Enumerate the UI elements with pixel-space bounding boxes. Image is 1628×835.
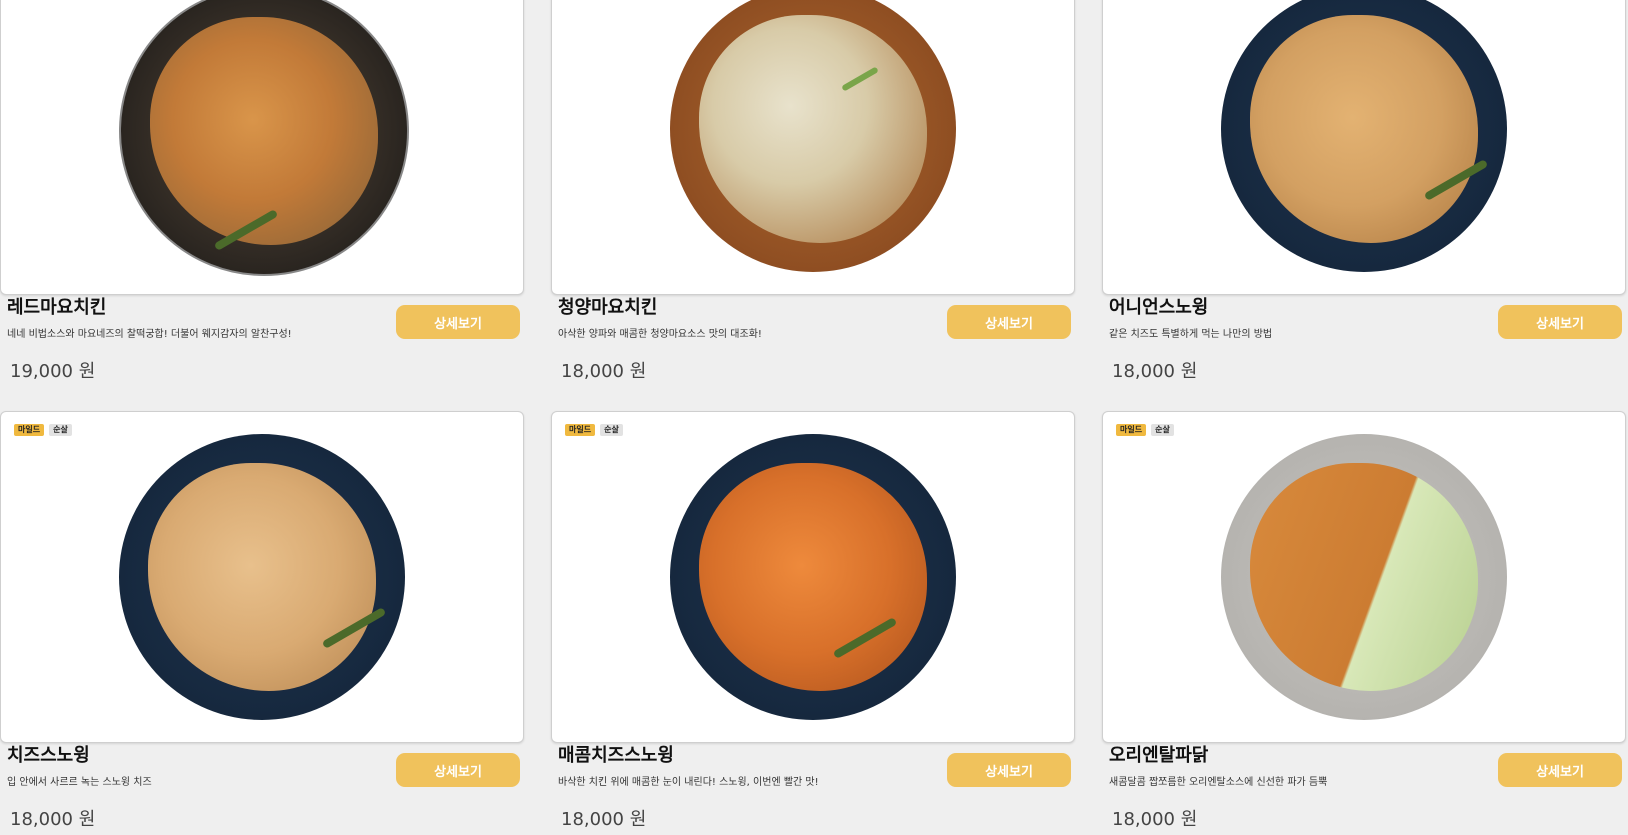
cheese-snowing-photo <box>119 434 405 720</box>
detail-button[interactable]: 상세보기 <box>396 305 520 339</box>
menu-image-box[interactable]: 마일드 순살 <box>0 411 524 743</box>
tag-boneless: 순살 <box>600 424 623 436</box>
menu-name: 레드마요치킨 <box>7 297 107 318</box>
tag-mild: 마일드 <box>14 424 45 436</box>
tag-group: 마일드 순살 <box>565 424 623 436</box>
menu-card: 마일드 순살 치즈스노윙 입 안에서 사르르 녹는 스노윙 치즈 18,000 … <box>0 411 524 830</box>
menu-description: 바삭한 치킨 위에 매콤한 눈이 내린다! 스노윙, 이번엔 빨간 맛! <box>558 777 819 788</box>
detail-button[interactable]: 상세보기 <box>1498 305 1622 339</box>
menu-name: 청양마요치킨 <box>558 297 658 318</box>
red-mayo-chicken-photo <box>119 0 409 276</box>
tag-mild: 마일드 <box>565 424 596 436</box>
menu-image-box[interactable] <box>1102 0 1626 295</box>
menu-name: 치즈스노윙 <box>7 745 90 766</box>
menu-price: 18,000 원 <box>1112 361 1198 382</box>
menu-image-box[interactable] <box>551 0 1075 295</box>
menu-card: 마일드 순살 오리엔탈파닭 새콤달콤 짭쪼름한 오리엔탈소스에 신선한 파가 듬… <box>1102 411 1626 830</box>
menu-card: 청양마요치킨 아삭한 양파와 매콤한 청양마요소스 맛의 대조화! 18,000… <box>551 0 1075 382</box>
menu-card: 마일드 순살 매콤치즈스노윙 바삭한 치킨 위에 매콤한 눈이 내린다! 스노윙… <box>551 411 1075 830</box>
menu-card: 어니언스노윙 같은 치즈도 특별하게 먹는 나만의 방법 18,000 원 상세… <box>1102 0 1626 382</box>
menu-description: 새콤달콤 짭쪼름한 오리엔탈소스에 신선한 파가 듬뿍 <box>1109 777 1328 788</box>
menu-name: 매콤치즈스노윙 <box>558 745 674 766</box>
cheongyang-mayo-chicken-photo <box>670 0 956 272</box>
menu-price: 19,000 원 <box>10 361 96 382</box>
menu-description: 아삭한 양파와 매콤한 청양마요소스 맛의 대조화! <box>558 329 762 340</box>
menu-price: 18,000 원 <box>1112 809 1198 830</box>
menu-grid: 레드마요치킨 네네 비법소스와 마요네즈의 찰떡궁합! 더불어 웨지감자의 알찬… <box>0 0 1628 835</box>
menu-price: 18,000 원 <box>561 809 647 830</box>
onion-snowing-photo <box>1221 0 1507 272</box>
detail-button[interactable]: 상세보기 <box>947 305 1071 339</box>
menu-image-box[interactable]: 마일드 순살 <box>551 411 1075 743</box>
detail-button[interactable]: 상세보기 <box>1498 753 1622 787</box>
oriental-padak-photo <box>1221 434 1507 720</box>
tag-group: 마일드 순살 <box>14 424 72 436</box>
tag-group: 마일드 순살 <box>1116 424 1174 436</box>
tag-mild: 마일드 <box>1116 424 1147 436</box>
menu-description: 같은 치즈도 특별하게 먹는 나만의 방법 <box>1109 329 1273 340</box>
tag-boneless: 순살 <box>1151 424 1174 436</box>
menu-name: 오리엔탈파닭 <box>1109 745 1209 766</box>
menu-name: 어니언스노윙 <box>1109 297 1209 318</box>
menu-description: 입 안에서 사르르 녹는 스노윙 치즈 <box>7 777 152 788</box>
menu-price: 18,000 원 <box>10 809 96 830</box>
tag-boneless: 순살 <box>49 424 72 436</box>
menu-image-box[interactable]: 마일드 순살 <box>1102 411 1626 743</box>
detail-button[interactable]: 상세보기 <box>947 753 1071 787</box>
menu-card: 레드마요치킨 네네 비법소스와 마요네즈의 찰떡궁합! 더불어 웨지감자의 알찬… <box>0 0 524 382</box>
menu-image-box[interactable] <box>0 0 524 295</box>
menu-description: 네네 비법소스와 마요네즈의 찰떡궁합! 더불어 웨지감자의 알찬구성! <box>7 329 292 340</box>
detail-button[interactable]: 상세보기 <box>396 753 520 787</box>
spicy-cheese-snowing-photo <box>670 434 956 720</box>
menu-price: 18,000 원 <box>561 361 647 382</box>
